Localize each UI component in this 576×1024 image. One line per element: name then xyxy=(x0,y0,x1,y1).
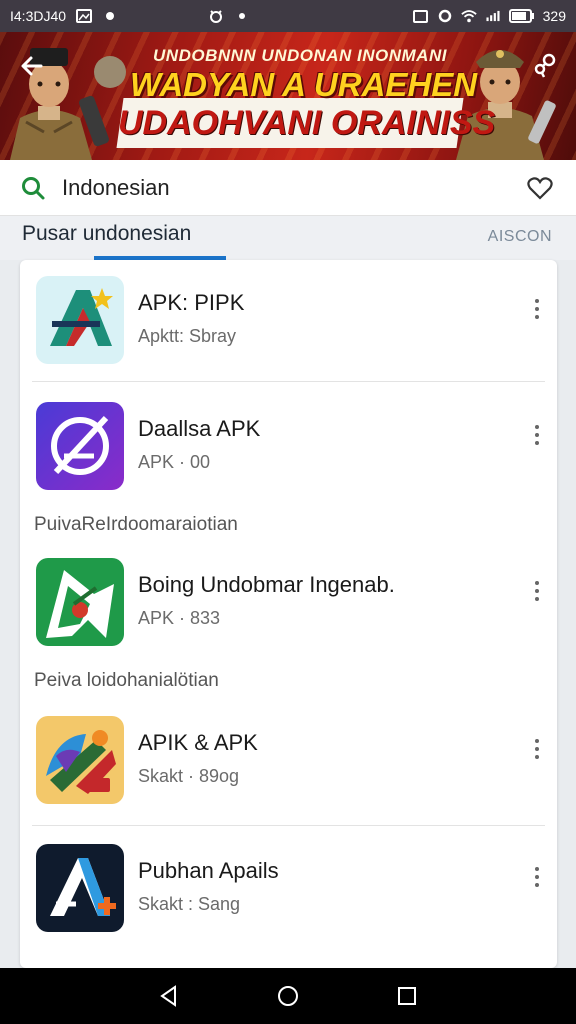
app-list-card: APK: PIPK Apktt: Sbray Daallsa APK APK ·… xyxy=(20,260,557,968)
more-vertical-icon[interactable] xyxy=(525,576,549,606)
nfc-icon xyxy=(413,8,429,24)
list-item[interactable]: Pubhan Apails Skakt : Sang xyxy=(20,844,557,944)
image-notification-icon xyxy=(76,8,93,24)
list-item[interactable]: APIK & APK Skakt · 89og xyxy=(20,716,557,816)
nav-home-button[interactable] xyxy=(268,976,308,1016)
signal-icon xyxy=(485,8,501,24)
share-icon xyxy=(534,53,556,78)
list-item[interactable]: Boing Undobmar Ingenab. APK · 833 xyxy=(20,558,557,658)
status-time: I4:3DJ40 xyxy=(10,8,67,24)
banner-line1: UNDOBNNN UNDONAN INONMANI xyxy=(153,46,447,65)
app-name: APK: PIPK xyxy=(138,290,245,315)
status-bar: I4:3DJ40 329 xyxy=(0,0,576,32)
triangle-back-icon xyxy=(160,985,177,1007)
app-icon-2 xyxy=(36,402,124,490)
app-name: Daallsa APK xyxy=(138,416,261,441)
search-bar xyxy=(0,160,576,216)
app-subtitle: APK · 833 xyxy=(138,608,221,628)
app-subtitle: APK · 00 xyxy=(138,452,211,472)
more-vertical-icon[interactable] xyxy=(525,734,549,764)
favorite-button[interactable] xyxy=(524,172,556,204)
tab-active[interactable]: Pusar undonesian xyxy=(22,222,191,246)
dot-notification-icon xyxy=(234,8,250,24)
app-icon-5 xyxy=(36,844,124,932)
back-arrow-icon xyxy=(21,56,43,76)
app-notification-icon xyxy=(102,8,118,24)
alarm-notification-icon xyxy=(208,8,224,24)
nav-recents-button[interactable] xyxy=(387,976,427,1016)
list-item[interactable]: APK: PIPK Apktt: Sbray xyxy=(20,276,557,376)
banner-line2: WADYAN A URAEHEN xyxy=(130,66,478,103)
app-icon-4 xyxy=(36,716,124,804)
app-icon-1 xyxy=(36,276,124,364)
tab-bar: Pusar undonesian AISCON xyxy=(0,216,576,260)
divider xyxy=(32,381,545,382)
app-icon-3 xyxy=(36,558,124,646)
battery-level: 329 xyxy=(542,8,566,24)
wifi-icon xyxy=(460,8,477,24)
system-nav-bar xyxy=(0,968,576,1024)
divider xyxy=(32,825,545,826)
app-subtitle: Skakt · 89og xyxy=(138,766,240,786)
app-subtitle: Apktt: Sbray xyxy=(138,326,237,346)
more-vertical-icon[interactable] xyxy=(525,862,549,892)
search-input[interactable] xyxy=(62,174,524,201)
banner-line3: UDAOHVANI ORAINISS xyxy=(118,104,496,142)
app-name: Boing Undobmar Ingenab. xyxy=(138,572,395,597)
tab-aiscon[interactable]: AISCON xyxy=(488,228,552,246)
section-label: Peiva loidohanialötian xyxy=(34,670,219,691)
section-label: PuivaReIrdoomaraiotian xyxy=(34,514,238,535)
app-name: Pubhan Apails xyxy=(138,858,279,883)
battery-icon xyxy=(508,8,535,24)
search-icon xyxy=(22,176,45,199)
list-item[interactable]: Daallsa APK APK · 00 xyxy=(20,402,557,502)
settings-status-icon xyxy=(437,8,453,24)
nav-back-button[interactable] xyxy=(149,976,189,1016)
square-recents-icon xyxy=(397,987,416,1005)
share-button[interactable] xyxy=(526,48,562,84)
more-vertical-icon[interactable] xyxy=(525,294,549,324)
circle-home-icon xyxy=(277,986,298,1006)
back-button[interactable] xyxy=(14,48,50,84)
app-name: APIK & APK xyxy=(138,730,258,755)
heart-icon xyxy=(527,176,553,200)
more-vertical-icon[interactable] xyxy=(525,420,549,450)
header-banner: UNDOBNNN UNDONAN INONMANI WADYAN A URAEH… xyxy=(0,32,576,160)
app-subtitle: Skakt : Sang xyxy=(138,894,241,914)
